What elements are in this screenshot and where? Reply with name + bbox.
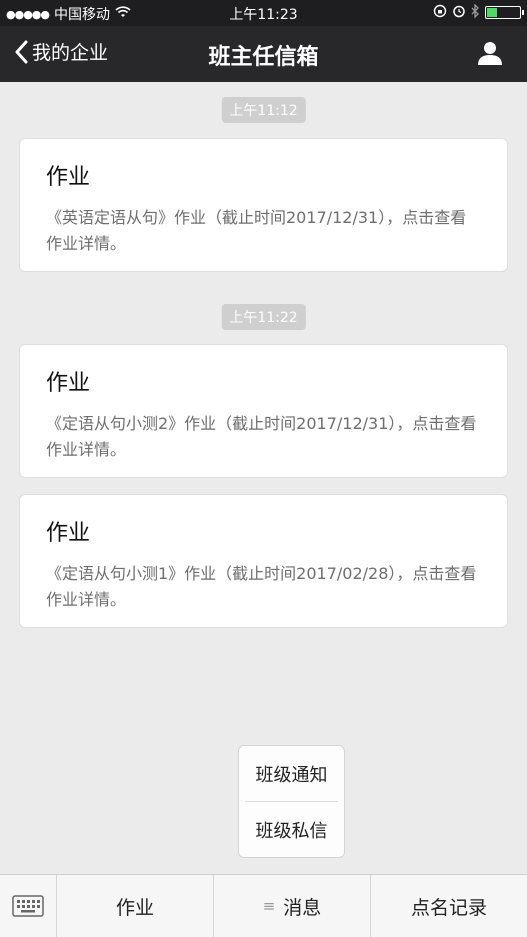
message-card[interactable]: 作业 《定语从句小测2》作业（截止时间2017/12/31），点击查看作业详情。 [19,344,508,478]
message-card[interactable]: 作业 《定语从句小测1》作业（截止时间2017/02/28），点击查看作业详情。 [19,494,508,628]
status-bar-right [433,3,524,21]
tab-messages[interactable]: ≡ 消息 [214,875,371,937]
tab-label: 消息 [283,896,322,919]
bottom-tab-bar: 作业 ≡ 消息 点名记录 [0,874,527,937]
tab-label: 点名记录 [410,896,487,919]
message-timestamp: 上午11:22 [221,304,306,330]
message-title: 作业 [46,165,91,190]
message-title: 作业 [46,371,91,396]
user-profile-button[interactable] [477,40,503,70]
message-description: 《英语定语从句》作业（截止时间2017/12/31），点击查看作业详情。 [46,208,467,253]
status-bar: ●●●●● 中国移动 上午11:23 [0,0,527,26]
page-title: 班主任信箱 [208,45,319,70]
tab-homework[interactable]: 作业 [57,875,214,937]
message-title: 作业 [46,521,91,546]
message-card[interactable]: 作业 《英语定语从句》作业（截止时间2017/12/31），点击查看作业详情。 [19,138,508,272]
battery-icon [485,6,524,19]
nav-bar: 我的企业 班主任信箱 [0,26,527,82]
tab-attendance-records[interactable]: 点名记录 [371,875,527,937]
message-description: 《定语从句小测2》作业（截止时间2017/12/31），点击查看作业详情。 [46,414,477,459]
message-description: 《定语从句小测1》作业（截止时间2017/02/28），点击查看作业详情。 [46,564,477,609]
keyboard-toggle-button[interactable] [0,875,57,937]
menu-icon: ≡ [262,897,276,915]
tab-label: 作业 [115,896,154,919]
bluetooth-icon [471,3,480,21]
battery-level [487,8,498,17]
popup-item-class-private-message[interactable]: 班级私信 [239,802,344,857]
lock-rotation-icon [433,4,447,21]
alarm-icon [452,4,466,21]
user-icon [478,42,502,65]
keyboard-icon [12,895,44,917]
popup-item-class-notice[interactable]: 班级通知 [239,746,344,801]
message-timestamp: 上午11:12 [221,97,306,123]
message-popup-menu: 班级通知 班级私信 [238,745,345,858]
